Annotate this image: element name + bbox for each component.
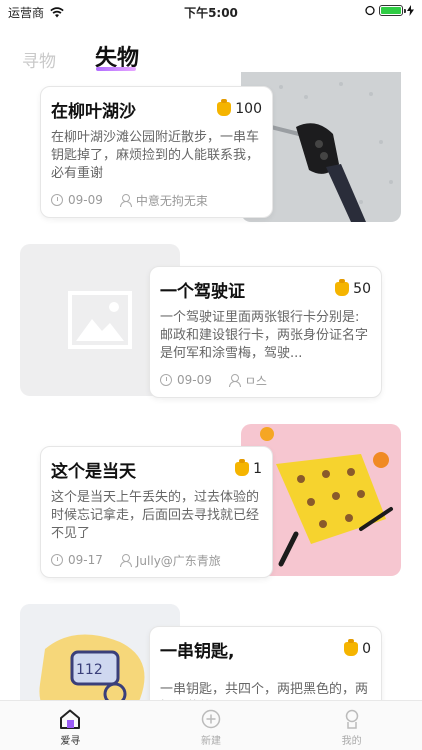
tabbar-item-new[interactable]: 新建 [141, 701, 282, 750]
tabbar-label: 新建 [201, 736, 221, 747]
reward-amount: 1 [253, 461, 262, 477]
tabbar-label: 爱寻 [60, 736, 81, 747]
profile-icon [345, 709, 358, 729]
item-title: 在柳叶湖沙 [51, 101, 136, 122]
item-description: 一串钥匙，共四个，两把黑色的，两把浅黄的 [160, 682, 369, 697]
user-icon [119, 194, 132, 207]
item-user: Jully@广东青旅 [135, 553, 221, 568]
charging-icon [407, 5, 414, 16]
reward: 0 [344, 639, 371, 657]
item-date: 09-17 [68, 553, 103, 567]
money-bag-icon [217, 99, 232, 116]
money-bag-icon [344, 639, 359, 656]
home-icon [60, 709, 81, 729]
item-description: 在柳叶湖沙滩公园附近散步，一串车钥匙掉了，麻烦捡到的人能联系我，必有重谢 [51, 130, 260, 181]
reward-amount: 100 [235, 101, 262, 117]
header-tabs: 寻物 失物 [0, 40, 422, 76]
item-card[interactable]: 一串钥匙, 0 一串钥匙，共四个，两把黑色的，两把浅黄的 [149, 626, 382, 700]
item-description: 这个是当天上午丢失的，过去体验的时候忘记拿走，后面回去寻找就已经不见了 [51, 490, 260, 541]
image-placeholder-icon [68, 291, 132, 349]
item-user: 中意无拘无束 [135, 193, 208, 208]
status-time: 下午5:00 [184, 6, 238, 20]
reward-amount: 0 [362, 641, 371, 657]
item-card[interactable]: 在柳叶湖沙 100 在柳叶湖沙滩公园附近散步，一串车钥匙掉了，麻烦捡到的人能联系… [40, 86, 273, 218]
item-card[interactable]: 这个是当天 1 这个是当天上午丢失的，过去体验的时候忘记拿走，后面回去寻找就已经… [40, 446, 273, 578]
lost-items-feed[interactable]: 在柳叶湖沙 100 在柳叶湖沙滩公园附近散步，一串车钥匙掉了，麻烦捡到的人能联系… [0, 72, 422, 700]
tabbar-label: 我的 [341, 736, 362, 747]
reward: 100 [217, 99, 262, 117]
tabbar-item-home[interactable]: 爱寻 [0, 701, 141, 750]
item-date: 09-09 [68, 193, 103, 207]
add-circle-icon [201, 709, 221, 729]
clock-icon [51, 554, 63, 566]
item-card[interactable]: 一个驾驶证 50 一个驾驶证里面两张银行卡分别是:邮政和建设银行卡，两张身份证名… [149, 266, 382, 398]
money-bag-icon [335, 279, 350, 296]
clock-icon [51, 194, 63, 206]
user-icon [119, 554, 132, 567]
bottom-tab-bar: 爱寻 新建 我的 [0, 700, 422, 750]
active-tab-indicator [96, 67, 136, 71]
battery-icon [379, 5, 406, 16]
user-icon [228, 374, 241, 387]
item-date: 09-09 [177, 373, 212, 387]
reward-amount: 50 [353, 281, 371, 297]
svg-text:112: 112 [76, 662, 103, 678]
item-description: 一个驾驶证里面两张银行卡分别是:邮政和建设银行卡，两张身份证名字是何军和涂雪梅，… [160, 310, 369, 361]
money-bag-icon [235, 459, 250, 476]
tab-found[interactable]: 寻物 [22, 47, 56, 72]
item-user: ㅁ스 [244, 373, 267, 388]
clock-icon [160, 374, 172, 386]
status-bar: 运营商 下午5:00 [0, 0, 422, 22]
rotation-lock-icon [365, 5, 375, 16]
tabbar-item-profile[interactable]: 我的 [281, 701, 422, 750]
item-title: 一串钥匙, [160, 641, 235, 662]
list-item[interactable]: 这个是当天 1 这个是当天上午丢失的，过去体验的时候忘记拿走，后面回去寻找就已经… [0, 424, 422, 584]
list-item[interactable]: 112 一串钥匙, 0 一串钥匙，共四个，两把黑色的，两把浅黄的 [0, 604, 422, 700]
item-title: 一个驾驶证 [160, 281, 245, 302]
item-title: 这个是当天 [51, 461, 136, 482]
reward: 1 [235, 459, 262, 477]
reward: 50 [335, 279, 371, 297]
list-item[interactable]: 一个驾驶证 50 一个驾驶证里面两张银行卡分别是:邮政和建设银行卡，两张身份证名… [0, 244, 422, 404]
list-item[interactable]: 在柳叶湖沙 100 在柳叶湖沙滩公园附近散步，一串车钥匙掉了，麻烦捡到的人能联系… [0, 72, 422, 232]
